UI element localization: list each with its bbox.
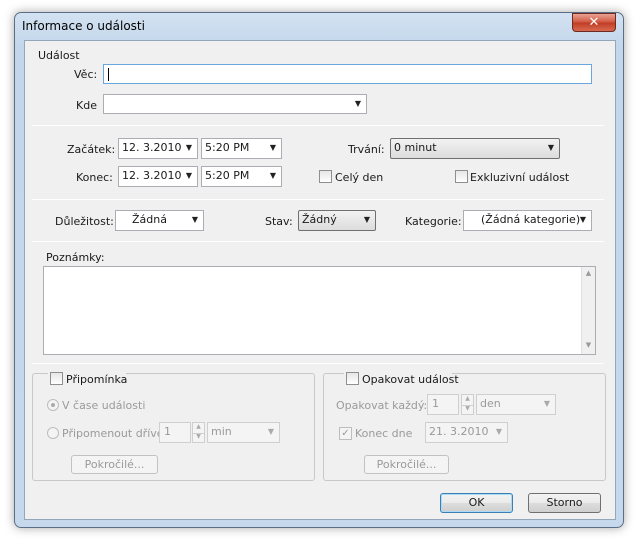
scroll-down-icon[interactable]: ▼ — [582, 341, 595, 349]
separator — [32, 363, 604, 364]
reminder-at-time-radio[interactable] — [47, 399, 59, 411]
reminder-before-label: Připomenout dříve — [62, 427, 164, 440]
all-day-checkbox[interactable] — [319, 170, 332, 183]
close-icon: ✕ — [588, 15, 600, 30]
reminder-at-time-label: V čase události — [62, 399, 146, 412]
location-label: Kde — [76, 99, 97, 112]
importance-select[interactable]: Žádná ▼ — [115, 210, 204, 231]
notes-textarea[interactable]: ▲ ▼ — [43, 266, 596, 355]
repeat-unit-select[interactable]: den ▼ — [476, 394, 556, 415]
close-button[interactable]: ✕ — [572, 13, 616, 32]
chevron-down-icon: ▼ — [354, 99, 361, 108]
separator — [32, 125, 604, 126]
separator — [32, 199, 604, 200]
all-day-label: Celý den — [335, 171, 384, 184]
location-combo[interactable]: ▼ — [103, 94, 367, 114]
separator — [32, 241, 604, 242]
notes-scrollbar[interactable]: ▲ ▼ — [581, 267, 595, 354]
chevron-down-icon: ▼ — [495, 427, 502, 436]
repeat-advanced-button[interactable]: Pokročilé... — [364, 455, 449, 474]
repeat-every-input[interactable]: 1 — [427, 394, 459, 415]
reminder-unit-select[interactable]: min ▼ — [207, 422, 280, 443]
chevron-down-icon: ▼ — [185, 143, 192, 152]
repeat-spinner[interactable]: ▲ ▼ — [461, 394, 474, 415]
repeat-label: Opakovat událost — [362, 373, 459, 386]
subject-input[interactable] — [103, 64, 592, 84]
text-caret — [108, 68, 109, 81]
start-time-picker[interactable]: 5:20 PM ▼ — [201, 138, 282, 159]
duration-label: Trvání: — [348, 143, 385, 156]
exclusive-checkbox[interactable] — [455, 170, 468, 183]
scroll-up-icon[interactable]: ▲ — [582, 269, 595, 277]
status-label: Stav: — [265, 215, 293, 228]
chevron-down-icon: ▼ — [579, 215, 586, 224]
spin-down-icon[interactable]: ▼ — [462, 405, 473, 415]
end-time-picker[interactable]: 5:20 PM ▼ — [201, 166, 282, 187]
exclusive-label: Exkluzivní událost — [470, 171, 570, 184]
repeat-checkbox[interactable] — [346, 372, 359, 385]
window-title: Informace o události — [22, 19, 145, 33]
reminder-before-radio[interactable] — [47, 427, 59, 439]
start-date-picker[interactable]: 12. 3.2010 ▼ — [118, 138, 198, 159]
reminder-checkbox[interactable] — [50, 372, 63, 385]
cancel-button[interactable]: Storno — [528, 493, 601, 513]
importance-label: Důležitost: — [55, 215, 114, 228]
chevron-down-icon: ▼ — [269, 143, 276, 152]
chevron-down-icon: ▼ — [267, 427, 274, 436]
chevron-down-icon: ▼ — [547, 143, 554, 152]
repeat-end-checkbox[interactable]: ✓ — [339, 427, 352, 440]
chevron-down-icon: ▼ — [363, 215, 370, 224]
status-select[interactable]: Žádný ▼ — [298, 210, 376, 231]
chevron-down-icon: ▼ — [185, 171, 192, 180]
subject-label: Věc: — [74, 68, 98, 81]
repeat-end-label: Konec dne — [355, 427, 413, 440]
end-date-picker[interactable]: 12. 3.2010 ▼ — [118, 166, 198, 187]
reminder-label: Připomínka — [66, 373, 128, 386]
category-label: Kategorie: — [405, 215, 462, 228]
spin-down-icon[interactable]: ▼ — [193, 433, 204, 443]
category-select[interactable]: (Žádná kategorie) ▼ — [463, 210, 592, 231]
reminder-spinner[interactable]: ▲ ▼ — [192, 422, 205, 443]
chevron-down-icon: ▼ — [191, 215, 198, 224]
notes-label: Poznámky: — [46, 251, 105, 264]
reminder-advanced-button[interactable]: Pokročilé... — [71, 455, 158, 474]
check-icon: ✓ — [341, 428, 350, 439]
end-label: Konec: — [76, 171, 113, 184]
repeat-end-date-picker[interactable]: 21. 3.2010 ▼ — [425, 422, 508, 443]
chevron-down-icon: ▼ — [543, 399, 550, 408]
repeat-every-label: Opakovat každý: — [336, 399, 428, 412]
reminder-before-input[interactable]: 1 — [159, 422, 191, 443]
start-label: Začátek: — [67, 143, 116, 156]
duration-select[interactable]: 0 minut ▼ — [390, 138, 560, 159]
ok-button[interactable]: OK — [440, 493, 513, 513]
event-group-label: Událost — [38, 49, 80, 62]
chevron-down-icon: ▼ — [269, 171, 276, 180]
